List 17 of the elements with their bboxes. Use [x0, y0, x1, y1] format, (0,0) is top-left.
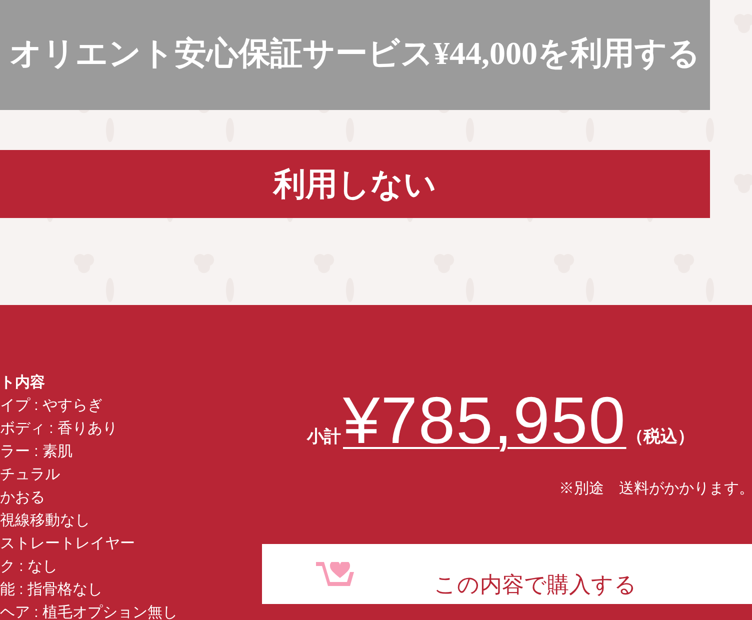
- option-button[interactable]: 利用しない: [0, 150, 710, 218]
- summary-item: ト内容: [0, 373, 46, 393]
- summary-item: かおる: [0, 488, 46, 508]
- summary-item: ヘア : 植毛オプション無し: [0, 603, 179, 620]
- summary-item: イプ : やすらぎ: [0, 396, 104, 416]
- subtotal-price: ¥785,950: [343, 387, 626, 453]
- subtotal-label: 小計: [307, 426, 341, 448]
- shipping-note: ※別途 送料がかかります。: [559, 479, 752, 499]
- summary-item: ストレートレイヤー: [0, 534, 136, 554]
- tax-note: （税込）: [626, 426, 694, 448]
- summary-item: ボディ : 香りあり: [0, 419, 119, 439]
- summary-item: 視線移動なし: [0, 511, 91, 531]
- summary-item: ラー : 素肌: [0, 442, 74, 462]
- summary-item: 能 : 指骨格なし: [0, 580, 104, 600]
- summary-item: チュラル: [0, 465, 61, 485]
- purchase-button[interactable]: この内容で購入する: [262, 544, 752, 604]
- summary-item: ク : なし: [0, 557, 59, 577]
